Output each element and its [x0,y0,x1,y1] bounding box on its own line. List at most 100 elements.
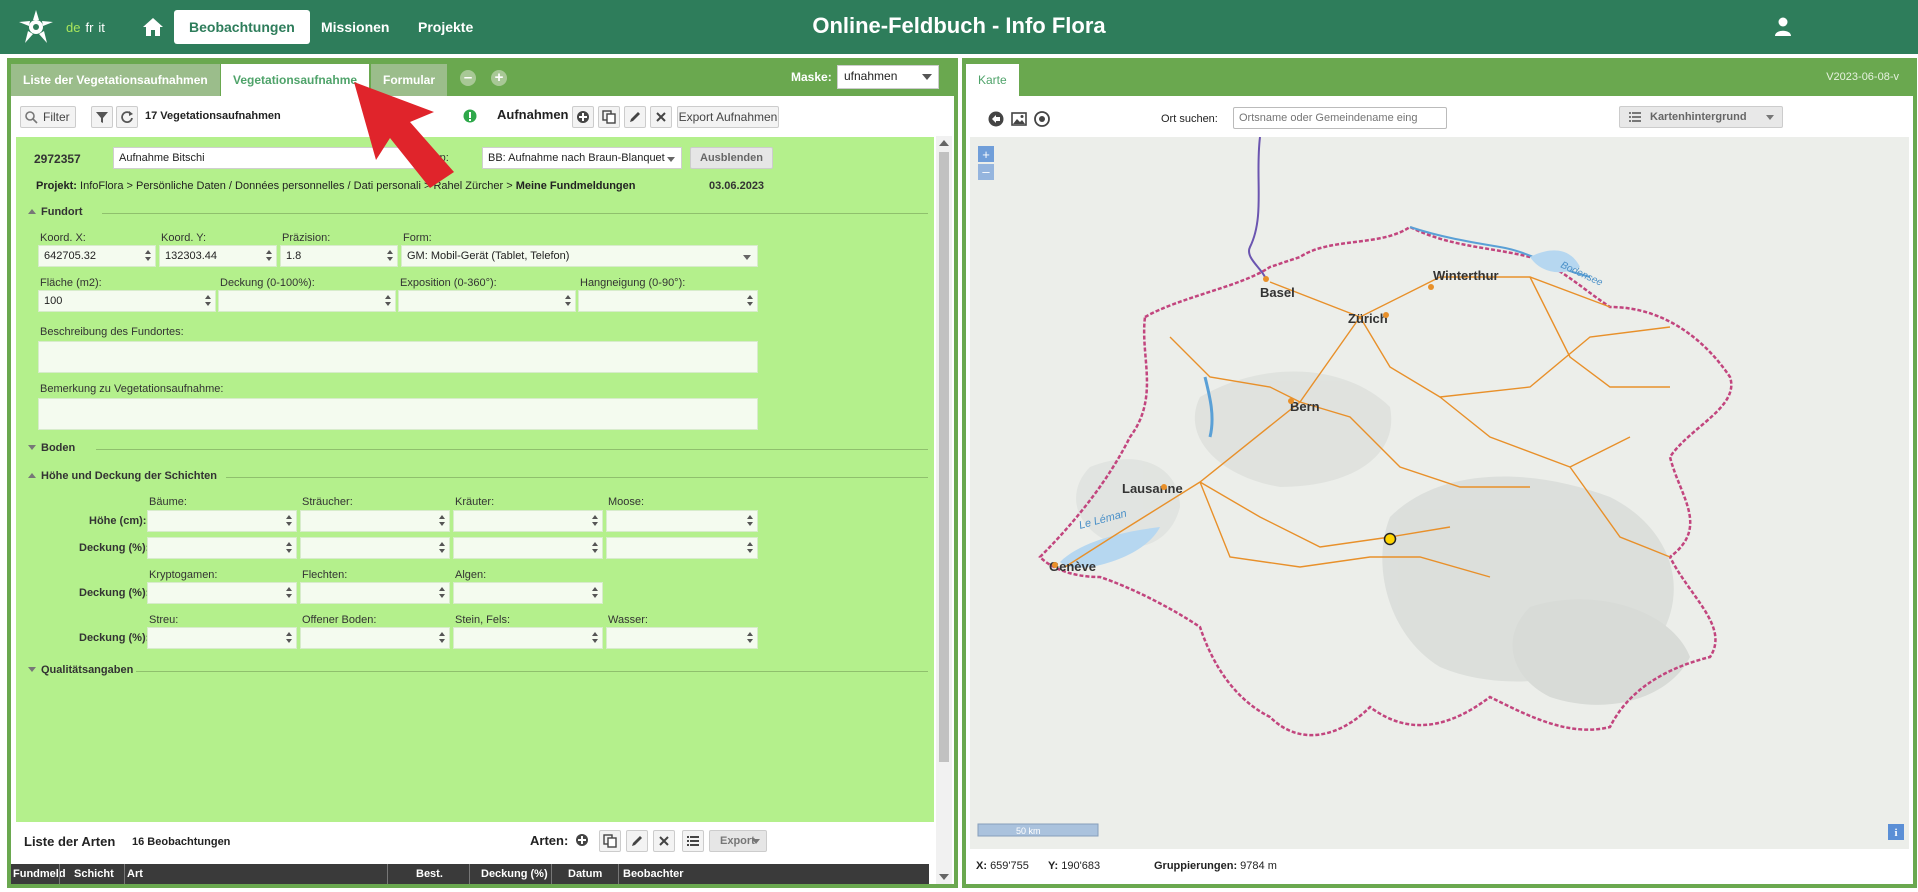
ausblenden-button[interactable]: Ausblenden [690,147,773,169]
tab-liste-vegetationsaufnahmen[interactable]: Liste der Vegetationsaufnahmen [11,64,220,96]
map-view[interactable]: Basel Winterthur Zürich Bern Lausanne Ge… [970,137,1909,849]
deckung-kryptogamen-input[interactable] [147,582,297,604]
delete-aufnahme-button[interactable] [650,106,672,128]
column-header-beobachter[interactable]: Beobachter [623,868,684,880]
column-header-schicht[interactable]: Schicht [74,868,114,880]
home-icon[interactable] [141,16,165,38]
scroll-down-icon[interactable] [939,874,949,880]
deckung-straeucher-input[interactable] [300,537,450,559]
koord-x-input[interactable]: 642705.32 [38,245,156,267]
spinner-icon[interactable] [747,294,754,308]
spinner-icon[interactable] [266,249,273,263]
lang-it[interactable]: it [98,20,105,35]
edit-aufnahme-button[interactable] [624,106,646,128]
column-header-datum[interactable]: Datum [568,868,602,880]
hoehe-straeucher-input[interactable] [300,510,450,532]
add-art-button[interactable] [572,830,594,852]
column-header-deckung[interactable]: Deckung (%) [481,868,548,880]
exposition-input[interactable] [398,290,576,312]
deckung-baeume-input[interactable] [147,537,297,559]
spinner-icon[interactable] [387,249,394,263]
scroll-thumb[interactable] [939,152,949,762]
spinner-icon[interactable] [439,586,446,600]
deckung-wasser-input[interactable] [606,627,758,649]
spinner-icon[interactable] [747,631,754,645]
spinner-icon[interactable] [747,514,754,528]
spinner-icon[interactable] [592,631,599,645]
refresh-button[interactable] [116,106,138,128]
spinner-icon[interactable] [565,294,572,308]
add-aufnahme-button[interactable] [572,106,594,128]
form-scrollbar[interactable] [936,136,952,884]
filter-button[interactable]: Filter [20,106,76,128]
spinner-icon[interactable] [286,631,293,645]
deckung-offener-boden-input[interactable] [300,627,450,649]
spinner-icon[interactable] [439,541,446,555]
spinner-icon[interactable] [592,514,599,528]
deckung-streu-input[interactable] [147,627,297,649]
hoehe-kraeuter-input[interactable] [453,510,603,532]
spinner-icon[interactable] [439,514,446,528]
flaeche-input[interactable]: 100 [38,290,216,312]
section-qualitaet[interactable]: Qualitätsangaben [28,664,133,680]
column-header-art[interactable]: Art [127,868,143,880]
export-aufnahmen-button[interactable]: Export Aufnahmen [677,106,779,128]
spinner-icon[interactable] [286,541,293,555]
section-fundort[interactable]: Fundort [28,206,83,222]
swiss-relief-map[interactable]: Basel Winterthur Zürich Bern Lausanne Ge… [970,137,1909,849]
lang-fr[interactable]: fr [85,20,93,35]
collapse-tabs-button[interactable]: – [460,70,476,86]
minus-icon[interactable]: – [982,164,990,179]
column-header-best[interactable]: Best. [416,868,443,880]
info-icon[interactable]: i [1894,827,1897,839]
image-button[interactable] [1008,108,1030,130]
spinner-icon[interactable] [205,294,212,308]
spinner-icon[interactable] [145,249,152,263]
spinner-icon[interactable] [592,541,599,555]
section-boden[interactable]: Boden [28,442,75,458]
deckung-kraeuter-input[interactable] [453,537,603,559]
form-select[interactable]: GM: Mobil-Gerät (Tablet, Telefon) [401,245,758,267]
add-tab-button[interactable]: + [491,70,507,86]
maske-select[interactable]: ufnahmen [837,65,939,89]
koord-y-input[interactable]: 132303.44 [159,245,277,267]
nav-projekte[interactable]: Projekte [403,10,488,44]
spinner-icon[interactable] [747,541,754,555]
spinner-icon[interactable] [286,586,293,600]
scroll-up-icon[interactable] [939,140,949,146]
deckung-algen-input[interactable] [453,582,603,604]
tab-vegetationsaufnahme[interactable]: Vegetationsaufnahme [221,64,370,96]
spinner-icon[interactable] [592,586,599,600]
nav-beobachtungen[interactable]: Beobachtungen [174,10,310,44]
user-icon[interactable] [1774,17,1792,37]
location-marker[interactable] [1383,532,1397,546]
info-flora-logo[interactable] [18,10,54,44]
export-arten-button[interactable]: Export [709,830,767,852]
hoehe-moose-input[interactable] [606,510,758,532]
hoehe-baeume-input[interactable] [147,510,297,532]
copy-aufnahme-button[interactable] [598,106,620,128]
locate-button[interactable] [1031,108,1053,130]
deckung-input[interactable] [218,290,396,312]
delete-art-button[interactable] [653,830,675,852]
tab-karte[interactable]: Karte [966,64,1019,96]
nav-missionen[interactable]: Missionen [306,10,404,44]
lang-de[interactable]: de [66,20,80,35]
column-header-fundmeld[interactable]: Fundmeld [13,868,66,880]
praezision-input[interactable]: 1.8 [280,245,398,267]
funnel-filter-button[interactable] [91,106,113,128]
spinner-icon[interactable] [439,631,446,645]
deckung-moose-input[interactable] [606,537,758,559]
beschreibung-textarea[interactable] [38,341,758,373]
section-schichten[interactable]: Höhe und Deckung der Schichten [28,470,217,486]
back-button[interactable] [985,108,1007,130]
ort-search-input[interactable] [1233,107,1447,129]
hangneigung-input[interactable] [578,290,758,312]
typ-select[interactable]: BB: Aufnahme nach Braun-Blanquet [482,147,682,169]
spinner-icon[interactable] [385,294,392,308]
list-view-button[interactable] [682,830,704,852]
info-green-icon[interactable] [463,109,477,123]
bemerkung-textarea[interactable] [38,398,758,430]
deckung-flechten-input[interactable] [300,582,450,604]
plus-icon[interactable]: + [982,147,990,162]
